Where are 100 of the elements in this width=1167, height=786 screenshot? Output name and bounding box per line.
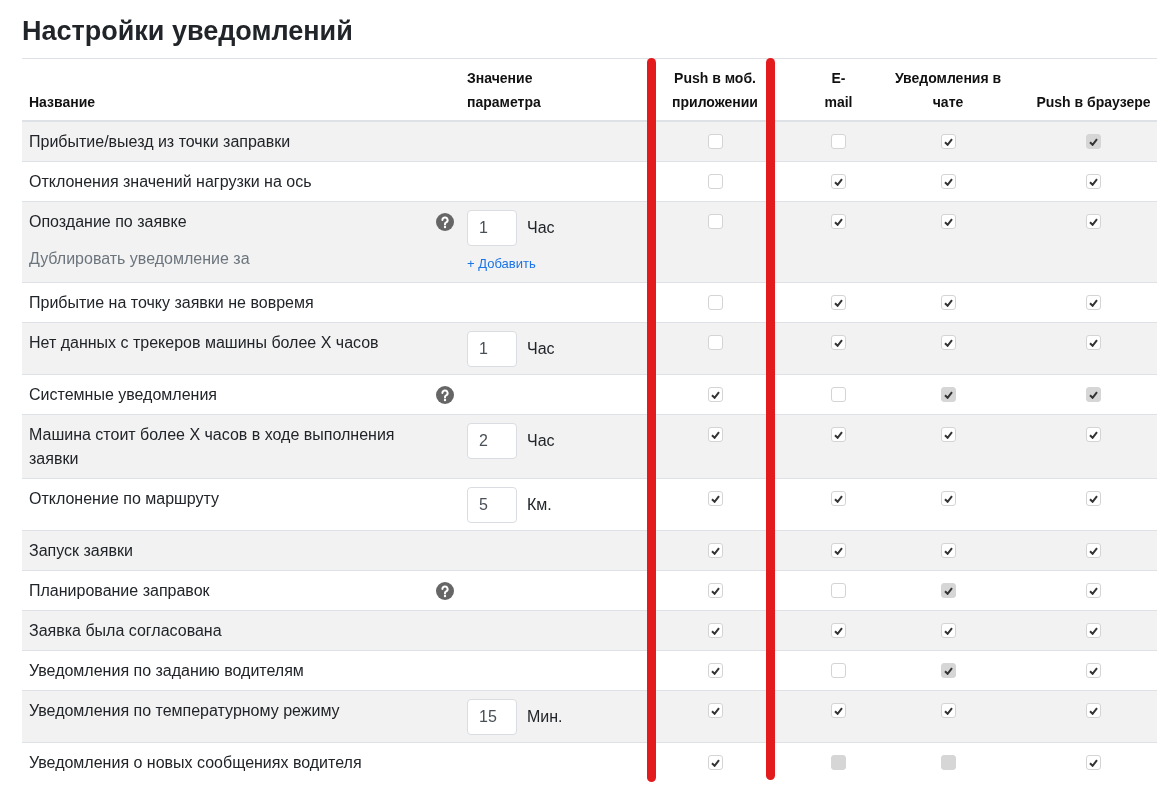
checkbox[interactable]: [1086, 703, 1101, 718]
checkbox[interactable]: [1086, 295, 1101, 310]
checkbox[interactable]: [940, 427, 956, 442]
checkbox[interactable]: [831, 703, 846, 718]
checkbox[interactable]: [940, 214, 956, 229]
tick-icon: [1089, 298, 1098, 307]
column-header: Название: [29, 94, 96, 110]
tick-icon: [834, 546, 843, 555]
tick-icon: [943, 586, 953, 595]
tick-icon: [834, 338, 843, 347]
checkbox[interactable]: [707, 663, 723, 678]
tick-icon: [834, 430, 843, 439]
checkbox[interactable]: [831, 134, 846, 149]
checkbox[interactable]: [831, 174, 846, 189]
tick-icon: [943, 546, 953, 555]
tick-icon: [710, 706, 720, 715]
tick-icon: [1089, 430, 1098, 439]
tick-icon: [834, 177, 843, 186]
setting-name: Машина стоит более X часов в ходе выполнения заявки: [29, 425, 396, 469]
tick-icon: [943, 177, 953, 186]
checkbox[interactable]: [707, 387, 723, 402]
value-field[interactable]: 5: [467, 487, 517, 523]
checkbox[interactable]: [707, 295, 723, 310]
tick-icon: [1089, 338, 1098, 347]
checkbox[interactable]: [831, 583, 846, 598]
setting-name: Запуск заявки: [29, 541, 133, 561]
tick-icon: [943, 298, 953, 307]
tick-icon: [943, 338, 953, 347]
checkbox[interactable]: [831, 335, 846, 350]
value-field[interactable]: 1: [467, 210, 517, 246]
checkbox[interactable]: [707, 427, 723, 442]
checkbox[interactable]: [707, 214, 723, 229]
tick-icon: [834, 494, 843, 503]
checkbox[interactable]: [1086, 755, 1101, 770]
column-header: Уведомления в чате: [894, 70, 1002, 110]
checkbox[interactable]: [831, 295, 846, 310]
checkbox[interactable]: [940, 543, 956, 558]
checkbox[interactable]: [707, 134, 723, 149]
add-link[interactable]: + Добавить: [467, 254, 536, 274]
tick-icon: [943, 626, 953, 635]
checkbox[interactable]: [1086, 335, 1101, 350]
checkbox[interactable]: [831, 491, 846, 506]
value-field[interactable]: 1: [467, 331, 517, 367]
checkbox[interactable]: [831, 427, 846, 442]
tick-icon: [710, 586, 720, 595]
checkbox[interactable]: [707, 543, 723, 558]
checkbox[interactable]: [1086, 174, 1101, 189]
checkbox[interactable]: [940, 335, 956, 350]
checkbox[interactable]: [707, 335, 723, 350]
tick-icon: [710, 626, 720, 635]
tick-icon: [1089, 137, 1098, 146]
page-title: Настройки уведомлений: [22, 15, 353, 48]
tick-icon: [834, 217, 843, 226]
checkbox[interactable]: [1086, 583, 1101, 598]
checkbox[interactable]: [707, 623, 723, 638]
checkbox[interactable]: [1086, 543, 1101, 558]
value-field[interactable]: 2: [467, 423, 517, 459]
value-field[interactable]: 15: [467, 699, 517, 735]
checkbox[interactable]: [831, 543, 846, 558]
checkbox[interactable]: [1086, 427, 1101, 442]
checkbox[interactable]: [831, 214, 846, 229]
checkbox[interactable]: [940, 134, 956, 149]
checkbox[interactable]: [707, 491, 723, 506]
checkbox[interactable]: [940, 174, 956, 189]
checkbox[interactable]: [707, 174, 723, 189]
setting-name: Системные уведомления: [29, 385, 217, 405]
setting-name: Уведомления о новых сообщениях водителя: [29, 753, 362, 773]
tick-icon: [710, 758, 720, 767]
checkbox[interactable]: [1086, 491, 1101, 506]
tick-icon: [943, 137, 953, 146]
checkbox[interactable]: [831, 663, 846, 678]
setting-name: Отклонения значений нагрузки на ось: [29, 172, 312, 192]
checkbox[interactable]: [707, 703, 723, 718]
checkbox[interactable]: [831, 387, 846, 402]
tick-icon: [710, 494, 720, 503]
checkbox[interactable]: [1086, 214, 1101, 229]
tick-icon: [943, 706, 953, 715]
column-header: E-mail: [824, 69, 853, 112]
checkbox[interactable]: [940, 491, 956, 506]
checkbox[interactable]: [1086, 623, 1101, 638]
tick-icon: [710, 666, 720, 675]
help-icon[interactable]: [436, 213, 454, 231]
checkbox[interactable]: [831, 623, 846, 638]
help-icon[interactable]: [436, 582, 454, 600]
checkbox[interactable]: [1086, 663, 1101, 678]
tick-icon: [1089, 546, 1098, 555]
setting-name: Прибытие/выезд из точки заправки: [29, 132, 291, 152]
unit-label: Час: [527, 431, 555, 451]
tick-icon: [834, 706, 843, 715]
help-icon[interactable]: [436, 386, 454, 404]
checkbox[interactable]: [940, 623, 956, 638]
unit-label: Км.: [527, 495, 552, 515]
checkbox[interactable]: [707, 755, 723, 770]
checkbox[interactable]: [940, 703, 956, 718]
column-header: Push в браузере: [1036, 94, 1151, 110]
checkbox[interactable]: [940, 295, 956, 310]
tick-icon: [834, 298, 843, 307]
checkbox[interactable]: [707, 583, 723, 598]
tick-icon: [1089, 706, 1098, 715]
unit-label: Мин.: [527, 707, 563, 727]
